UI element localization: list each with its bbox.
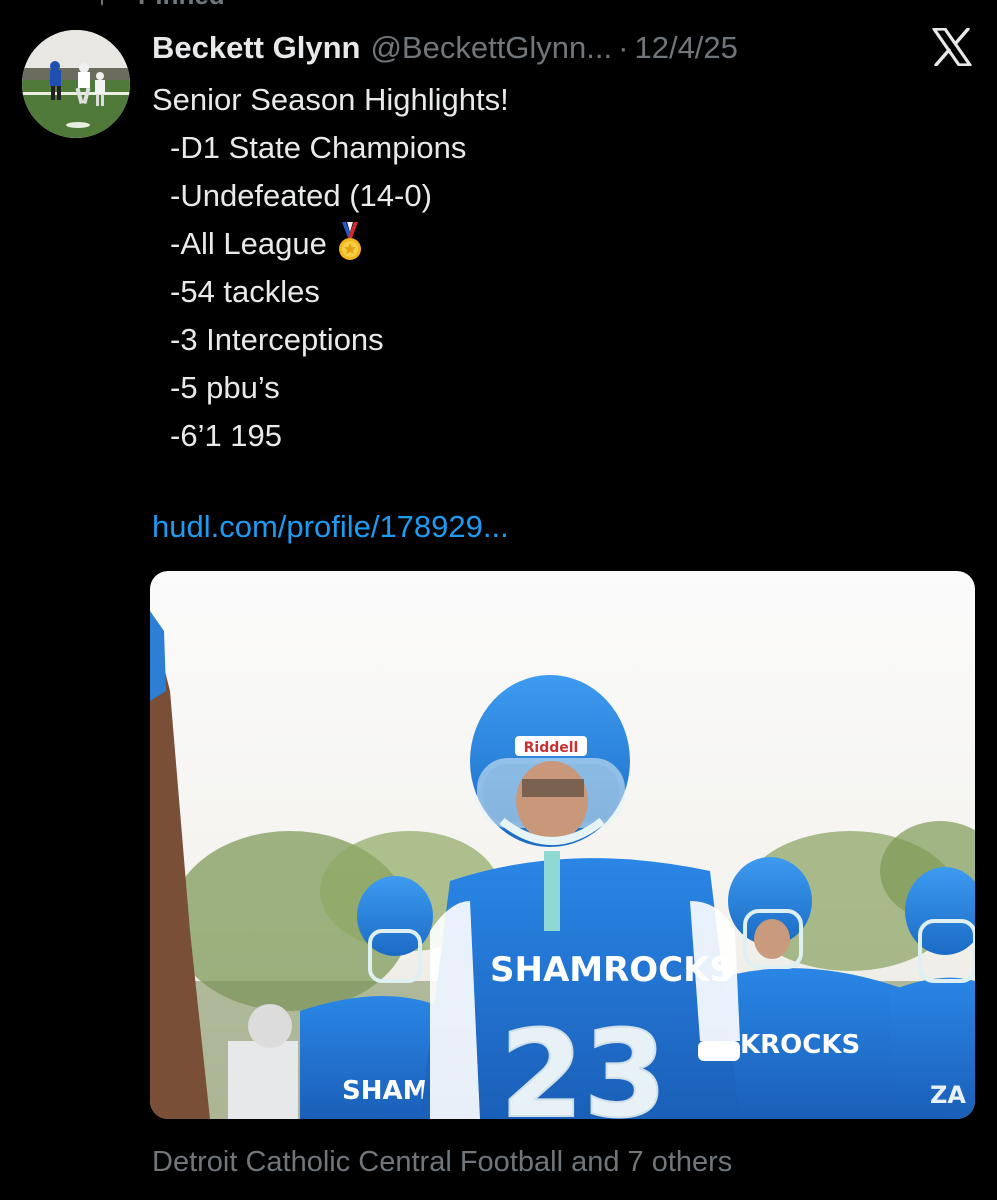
tweet-text-line: -54 tackles (170, 274, 320, 309)
pinned-label: Pinned (138, 0, 225, 11)
pinned-indicator: Pinned (90, 0, 225, 10)
tweet-text-line: Senior Season Highlights! (152, 82, 509, 117)
tweet-text-line: -D1 State Champions (170, 130, 467, 165)
avatar[interactable] (22, 30, 130, 138)
tweet-text-line: -Undefeated (14-0) (170, 178, 432, 213)
tweet-text-line: -All League (170, 226, 327, 261)
tweet-text-line: -5 pbu’s (170, 370, 280, 405)
jersey-number: 23 (500, 1006, 667, 1119)
football-photo: SHAMROC KROCKS Riddell SHAMROCKS 23 ZA (150, 571, 975, 1119)
tagged-users[interactable]: Detroit Catholic Central Football and 7 … (152, 1140, 732, 1184)
tweet-text: Senior Season Highlights! -D1 State Cham… (152, 76, 952, 460)
author-handle[interactable]: @BeckettGlynn... (370, 30, 612, 66)
photo-watermark: ZA (930, 1081, 966, 1109)
tweet-link[interactable]: hudl.com/profile/178929... (152, 503, 509, 551)
helmet-brand: Riddell (524, 740, 579, 756)
tweet-header: Beckett Glynn @BeckettGlynn... · 12/4/25 (152, 26, 738, 70)
pin-icon (101, 0, 103, 6)
medal-icon (338, 222, 361, 260)
avatar-photo (22, 30, 130, 138)
tweet-text-line-all-league: -All League (152, 220, 952, 268)
jersey-text-right: KROCKS (740, 1030, 860, 1060)
tweet-text-line: -3 Interceptions (170, 322, 384, 357)
tweet-media[interactable]: SHAMROC KROCKS Riddell SHAMROCKS 23 ZA (150, 571, 975, 1119)
author-name[interactable]: Beckett Glynn (152, 30, 360, 66)
tweet-date[interactable]: 12/4/25 (634, 30, 737, 66)
header-separator: · (618, 30, 629, 65)
x-logo-icon[interactable] (932, 28, 972, 66)
tweet-text-line: -6’1 195 (170, 418, 283, 453)
jersey-text-main: SHAMROCKS (490, 950, 734, 990)
